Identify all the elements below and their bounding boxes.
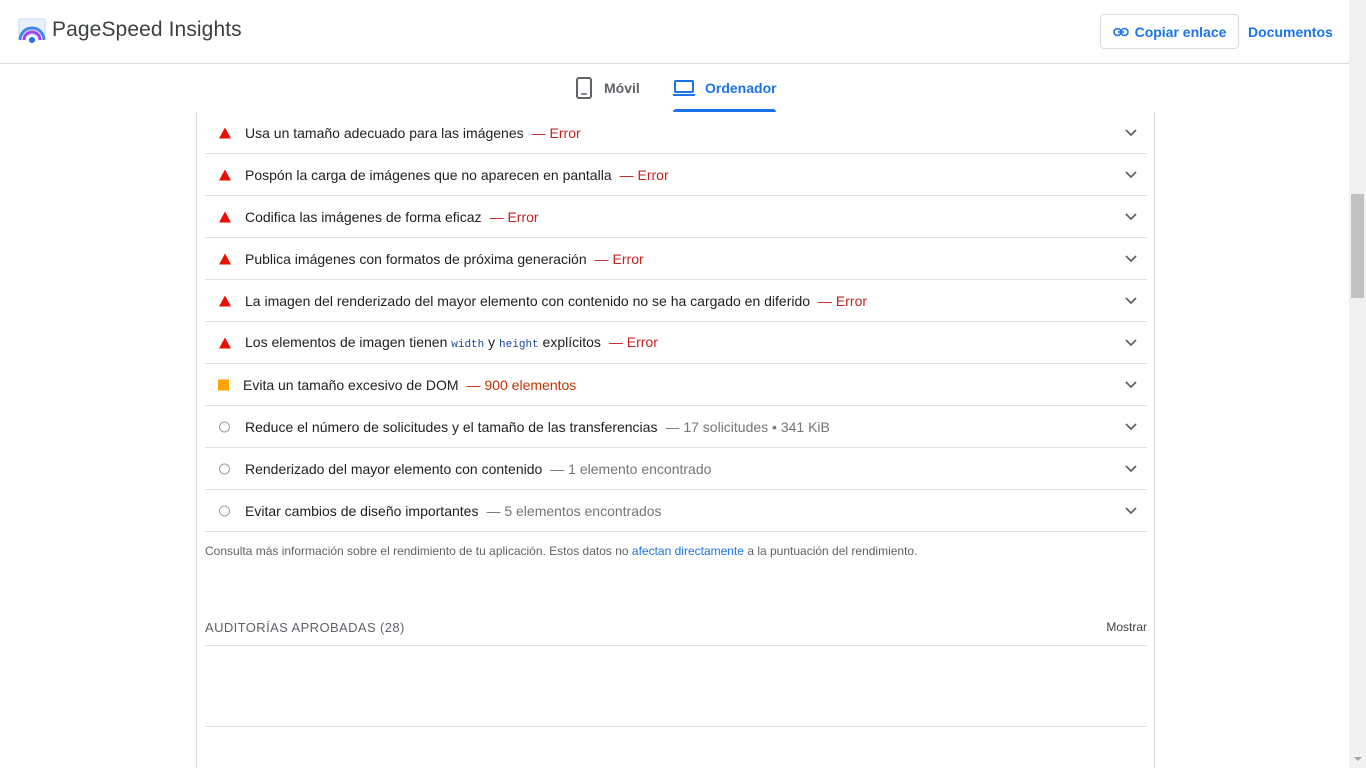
docs-link[interactable]: Documentos <box>1248 24 1333 40</box>
info-circle-icon <box>219 463 230 474</box>
device-tabs: Móvil Ordenador <box>0 64 1349 112</box>
audit-title: Usa un tamaño adecuado para las imágenes <box>245 124 524 141</box>
tab-mobile[interactable]: Móvil <box>574 64 640 112</box>
audit-row[interactable]: Pospón la carga de imágenes que no apare… <box>205 154 1147 196</box>
code-height: height <box>499 339 539 351</box>
app-title: PageSpeed Insights <box>52 18 242 41</box>
copy-link-label: Copiar enlace <box>1134 23 1227 40</box>
chevron-down-icon[interactable] <box>1125 506 1137 515</box>
audit-display-value: — Error <box>531 124 581 141</box>
audit-row[interactable]: Evita un tamaño excesivo de DOM — 900 ele… <box>205 364 1147 406</box>
audit-title: Renderizado del mayor elemento con conte… <box>245 460 543 477</box>
tab-mobile-label: Móvil <box>604 80 640 96</box>
pagespeed-logo-icon[interactable] <box>18 18 46 44</box>
audit-display-value: — Error <box>489 208 539 225</box>
audit-row[interactable]: Usa un tamaño adecuado para las imágenes… <box>205 112 1147 154</box>
average-square-icon <box>218 379 229 390</box>
page-scrollbar[interactable] <box>1349 0 1366 768</box>
fail-triangle-icon <box>219 253 231 264</box>
link-icon <box>1112 27 1129 36</box>
audit-row[interactable]: Reduce el número de solicitudes y el tam… <box>205 406 1147 448</box>
chevron-down-icon[interactable] <box>1125 464 1137 473</box>
laptop-icon <box>673 80 695 96</box>
app-header: PageSpeed Insights Copiar enlace Documen… <box>0 0 1349 64</box>
audit-row[interactable]: Renderizado del mayor elemento con conte… <box>205 448 1147 490</box>
section-divider <box>205 726 1147 727</box>
chevron-down-icon[interactable] <box>1125 380 1137 389</box>
audit-display-value: — Error <box>594 250 644 267</box>
chevron-down-icon[interactable] <box>1125 422 1137 431</box>
note-text-post: a la puntuación del rendimiento. <box>743 544 918 558</box>
audit-title: Evitar cambios de diseño importantes <box>245 502 479 519</box>
scroll-down-arrow-icon[interactable] <box>1354 757 1362 761</box>
note-link[interactable]: afectan directamente <box>632 544 744 558</box>
info-circle-icon <box>219 421 230 432</box>
audit-display-value: — 900 elementos <box>466 376 577 393</box>
note-text-pre: Consulta más información sobre el rendim… <box>205 544 632 558</box>
audit-display-value: — 5 elementos encontrados <box>486 502 662 519</box>
audit-title: Codifica las imágenes de forma eficaz <box>245 208 482 225</box>
passed-audits-title: AUDITORÍAS APROBADAS <box>205 620 377 635</box>
tab-desktop-label: Ordenador <box>705 80 777 96</box>
audit-title-suffix: explícitos <box>542 334 601 350</box>
audit-title-mid: y <box>488 334 496 350</box>
audit-display-value: — 17 solicitudes • 341 KiB <box>665 418 830 435</box>
scrollbar-thumb[interactable] <box>1351 194 1364 298</box>
audit-display-value: — Error <box>608 334 658 350</box>
audit-title-prefix: Los elementos de imagen tienen <box>245 334 448 350</box>
fail-triangle-icon <box>219 211 231 222</box>
audit-row[interactable]: Codifica las imágenes de forma eficaz — E… <box>205 196 1147 238</box>
audit-title: La imagen del renderizado del mayor elem… <box>245 292 811 309</box>
chevron-down-icon[interactable] <box>1125 128 1137 137</box>
fail-triangle-icon <box>219 169 231 180</box>
passed-audits-count: (28) <box>380 620 405 635</box>
report-panel: Usa un tamaño adecuado para las imágenes… <box>196 112 1155 768</box>
show-passed-button[interactable]: Mostrar <box>1106 620 1147 634</box>
diagnostics-note: Consulta más información sobre el rendim… <box>205 544 917 558</box>
audit-title: Evita un tamaño excesivo de DOM <box>243 376 459 393</box>
fail-triangle-icon <box>219 295 231 306</box>
fail-triangle-icon <box>219 127 231 138</box>
audit-title: Pospón la carga de imágenes que no apare… <box>245 166 612 183</box>
passed-audits-header[interactable]: AUDITORÍAS APROBADAS (28) Mostrar <box>205 608 1147 646</box>
audit-title: Publica imágenes con formatos de próxima… <box>245 250 587 267</box>
chevron-down-icon[interactable] <box>1125 212 1137 221</box>
chevron-down-icon[interactable] <box>1125 338 1137 347</box>
copy-link-button[interactable]: Copiar enlace <box>1100 14 1239 49</box>
chevron-down-icon[interactable] <box>1125 296 1137 305</box>
fail-triangle-icon <box>219 337 231 348</box>
audit-row[interactable]: Publica imágenes con formatos de próxima… <box>205 238 1147 280</box>
audit-row[interactable]: Evitar cambios de diseño importantes — 5 … <box>205 490 1147 532</box>
audit-row[interactable]: La imagen del renderizado del mayor elem… <box>205 280 1147 322</box>
audit-display-value: — Error <box>818 292 868 309</box>
audit-row[interactable]: Los elementos de imagen tienen width y h… <box>205 322 1147 364</box>
tab-desktop[interactable]: Ordenador <box>673 64 777 112</box>
audit-display-value: — 1 elemento encontrado <box>550 460 712 477</box>
info-circle-icon <box>219 505 230 516</box>
audit-list: Usa un tamaño adecuado para las imágenes… <box>205 112 1147 532</box>
phone-icon <box>576 77 592 99</box>
code-width: width <box>451 339 485 351</box>
audit-display-value: — Error <box>619 166 669 183</box>
chevron-down-icon[interactable] <box>1125 170 1137 179</box>
audit-title: Reduce el número de solicitudes y el tam… <box>245 418 658 435</box>
chevron-down-icon[interactable] <box>1125 254 1137 263</box>
